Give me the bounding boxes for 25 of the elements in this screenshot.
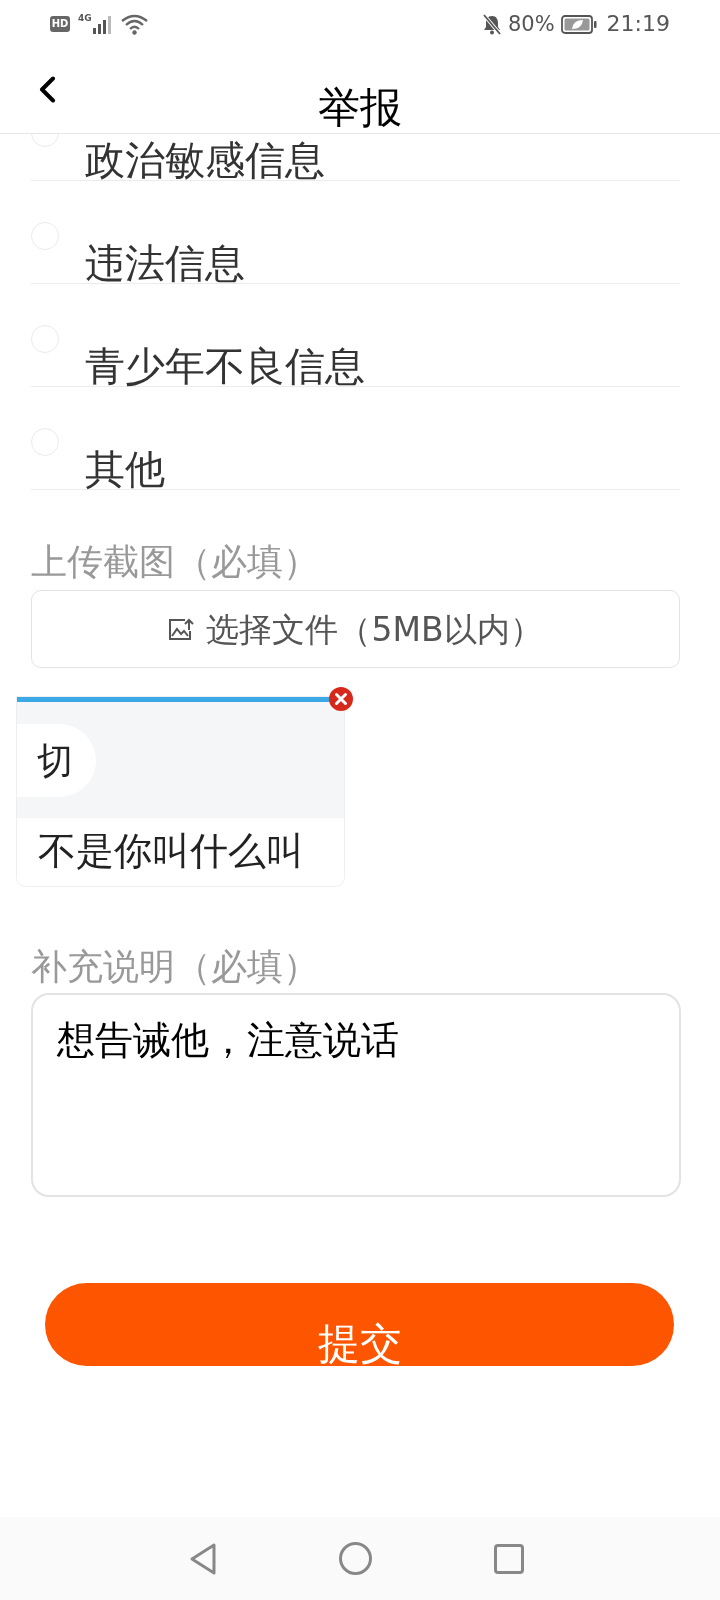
network-type: 4G <box>78 14 92 23</box>
message-text: 不是你叫什么叫 <box>38 829 304 873</box>
signal-icon <box>92 16 113 34</box>
clock-time: 21:19 <box>606 13 670 35</box>
option-label: 违法信息 <box>85 243 245 283</box>
back-icon[interactable] <box>38 76 56 103</box>
message-bubble: 切 <box>17 724 96 797</box>
hd-indicator: HD <box>50 16 70 32</box>
option-label: 其他 <box>85 449 165 489</box>
option-label: 青少年不良信息 <box>85 346 365 386</box>
choose-file-button[interactable]: 选择文件（5MB以内） <box>31 590 680 668</box>
description-field[interactable]: 想告诫他，注意说话 <box>31 993 681 1197</box>
field-label: 上传截图（必填） <box>31 544 319 580</box>
field-label: 补充说明（必填） <box>31 949 319 985</box>
wifi-icon <box>120 13 148 35</box>
remove-icon[interactable] <box>329 687 353 711</box>
screenshot-thumbnail[interactable]: 切 不是你叫什么叫 <box>16 696 345 887</box>
page-title: 举报 <box>318 87 402 133</box>
home-icon[interactable] <box>338 1542 372 1575</box>
image-upload-icon <box>168 617 195 641</box>
recent-apps-icon[interactable] <box>493 1543 524 1574</box>
battery-percent: 80% <box>507 13 555 35</box>
option-label: 政治敏感信息 <box>85 140 325 180</box>
bell-muted-icon <box>481 13 502 35</box>
battery-icon <box>560 14 597 34</box>
